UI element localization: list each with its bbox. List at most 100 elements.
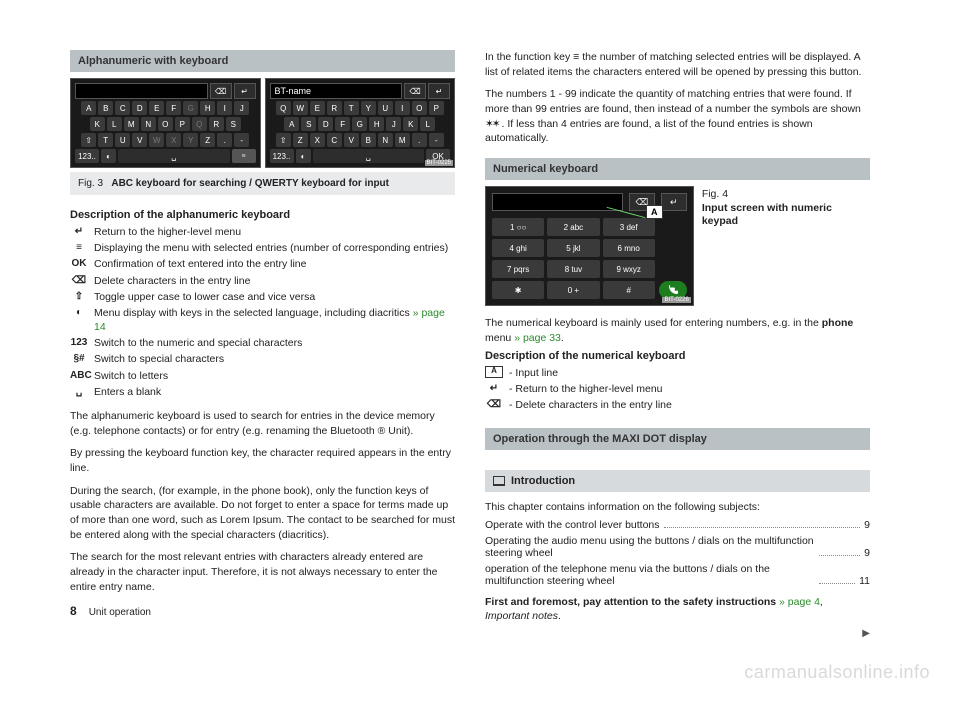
paragraph: This chapter contains information on the… [485,500,870,515]
return-icon[interactable]: ↵ [661,193,687,211]
key[interactable]: W [293,101,308,115]
figure-id-tag: BIT-0225 [425,160,453,166]
key[interactable]: H [369,117,384,131]
key[interactable]: E [149,101,164,115]
key[interactable]: P [175,117,190,131]
key[interactable]: N [141,117,156,131]
key[interactable]: U [378,101,393,115]
key[interactable]: J [234,101,249,115]
key[interactable]: Z [293,133,308,147]
backspace-icon[interactable]: ⌫ [210,83,232,99]
key[interactable]: . [412,133,427,147]
key[interactable]: F [166,101,181,115]
numkey-6[interactable]: 6 mno [603,239,655,257]
numkey-0[interactable]: 0 + [547,281,599,299]
numkey-star[interactable]: ✱ [492,281,544,299]
key[interactable]: G [352,117,367,131]
key[interactable]: - [234,133,249,147]
shift-key[interactable]: ⇧ [81,133,96,147]
key[interactable]: A [284,117,299,131]
list-icon: ≡ [70,241,88,255]
key[interactable]: L [107,117,122,131]
key[interactable]: Z [200,133,215,147]
globe-icon[interactable]: ◐ [296,149,311,163]
return-icon[interactable]: ↵ [428,83,450,99]
key[interactable]: S [226,117,241,131]
paragraph: The search for the most relevant entries… [70,550,455,594]
key[interactable]: T [98,133,113,147]
key[interactable]: Q [276,101,291,115]
overflow-icon: ✶✶ [485,118,499,130]
numkey-5[interactable]: 5 jkl [547,239,599,257]
key[interactable]: E [310,101,325,115]
key[interactable]: X [166,133,181,147]
legend-text: Switch to special characters [94,352,224,366]
key[interactable]: R [209,117,224,131]
legend-text: Menu display with keys in the selected l… [94,306,455,334]
key[interactable]: F [335,117,350,131]
key[interactable]: K [90,117,105,131]
key[interactable]: R [327,101,342,115]
key[interactable]: K [403,117,418,131]
key[interactable]: Q [192,117,207,131]
numkey-1[interactable]: 1 ○○ [492,218,544,236]
page-link[interactable]: » page 33 [514,332,561,344]
key[interactable]: P [429,101,444,115]
key[interactable]: M [124,117,139,131]
numkey-7[interactable]: 7 pqrs [492,260,544,278]
figure-4-caption: Fig. 4 Input screen with numeric keypad [702,186,870,306]
qwerty-keyboard-display[interactable]: BT-name [270,83,403,99]
key[interactable]: O [158,117,173,131]
key[interactable]: V [132,133,147,147]
numkey-2[interactable]: 2 abc [547,218,599,236]
paragraph: The numbers 1 - 99 indicate the quantity… [485,87,870,146]
return-icon[interactable]: ↵ [234,83,256,99]
numkey-3[interactable]: 3 def [603,218,655,236]
space-key[interactable]: ␣ [118,149,230,163]
key[interactable]: T [344,101,359,115]
mode-123-key[interactable]: 123.. [75,149,99,163]
key[interactable]: C [327,133,342,147]
key[interactable]: B [361,133,376,147]
key[interactable]: U [115,133,130,147]
mode-123-key[interactable]: 123.. [270,149,294,163]
key[interactable]: X [310,133,325,147]
key[interactable]: H [200,101,215,115]
key[interactable]: D [132,101,147,115]
numkey-9[interactable]: 9 wxyz [603,260,655,278]
key[interactable]: C [115,101,130,115]
callout-a-icon: A [485,366,503,378]
key[interactable]: S [301,117,316,131]
numpad-input-line[interactable] [492,193,623,211]
key[interactable]: Y [361,101,376,115]
numkey-hash[interactable]: # [603,281,655,299]
section-header-numerical: Numerical keyboard [485,158,870,180]
key[interactable]: O [412,101,427,115]
key[interactable]: W [149,133,164,147]
key[interactable]: D [318,117,333,131]
key[interactable]: M [395,133,410,147]
key[interactable]: V [344,133,359,147]
key[interactable]: I [395,101,410,115]
numkey-4[interactable]: 4 ghi [492,239,544,257]
list-icon[interactable]: ≡ [232,149,256,163]
globe-icon[interactable]: ◐ [101,149,116,163]
page-link[interactable]: » page 4 [779,596,820,608]
figure-id-tag: BIT-0226 [662,297,690,303]
key[interactable]: B [98,101,113,115]
key[interactable]: A [81,101,96,115]
key[interactable]: . [217,133,232,147]
key[interactable]: I [217,101,232,115]
abc-keyboard-display[interactable] [75,83,208,99]
backspace-icon[interactable]: ⌫ [404,83,426,99]
abc-icon: ABC [70,369,88,383]
key[interactable]: - [429,133,444,147]
key[interactable]: J [386,117,401,131]
shift-key[interactable]: ⇧ [276,133,291,147]
key[interactable]: Y [183,133,198,147]
space-key[interactable]: ␣ [313,149,425,163]
key[interactable]: G [183,101,198,115]
key[interactable]: L [420,117,435,131]
key[interactable]: N [378,133,393,147]
numkey-8[interactable]: 8 tuv [547,260,599,278]
